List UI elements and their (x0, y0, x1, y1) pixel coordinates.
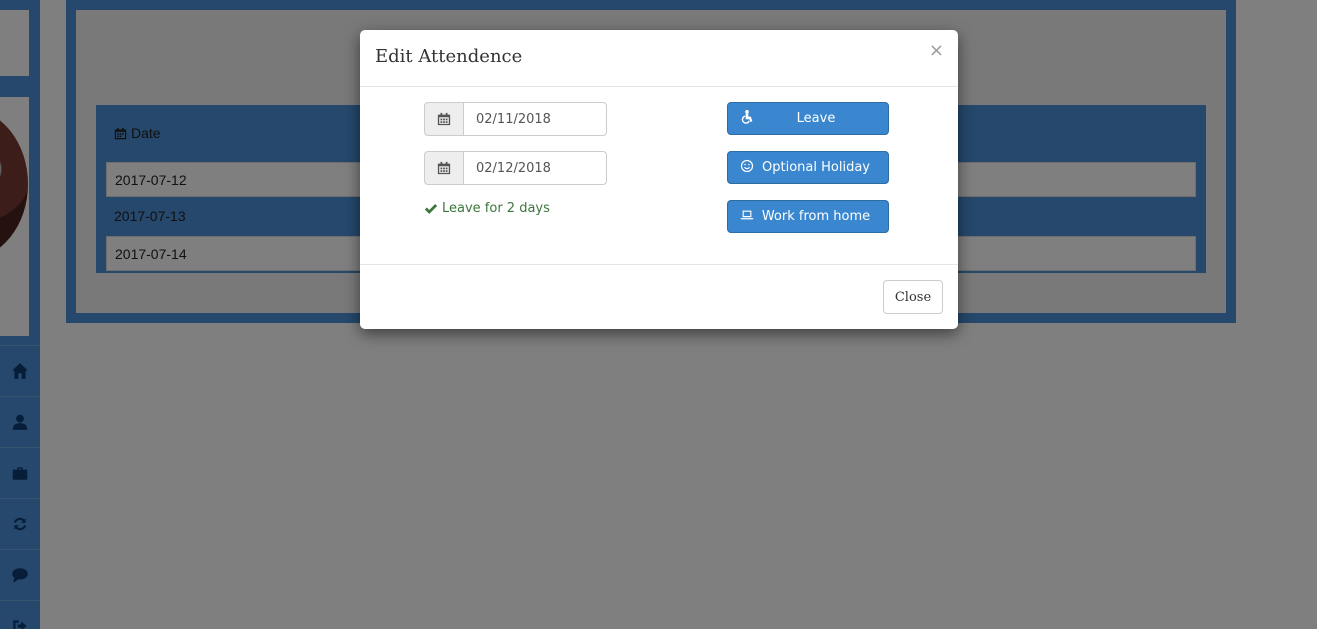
close-button[interactable]: Close (883, 280, 943, 314)
leave-button[interactable]: Leave (727, 102, 889, 135)
end-date-addon[interactable] (424, 151, 463, 185)
leave-duration-text: Leave for 2 days (442, 201, 550, 216)
calendar-icon (437, 161, 451, 175)
end-date-group (424, 151, 607, 185)
end-date-input[interactable] (463, 151, 607, 185)
optional-holiday-button-label: Optional Holiday (762, 160, 870, 175)
check-icon (424, 203, 438, 214)
modal-footer: Close (360, 264, 958, 329)
close-icon[interactable]: × (929, 42, 944, 60)
start-date-addon[interactable] (424, 102, 463, 136)
start-date-input[interactable] (463, 102, 607, 136)
modal-header: Edit Attendence × (360, 30, 958, 87)
start-date-group (424, 102, 607, 136)
leave-duration-message: Leave for 2 days (424, 201, 550, 216)
work-from-home-button-label: Work from home (761, 209, 871, 224)
calendar-icon (437, 112, 451, 126)
optional-holiday-button[interactable]: Optional Holiday (727, 151, 889, 184)
edit-attendance-modal: Edit Attendence × Leave for 2 days Leave… (360, 30, 958, 329)
leave-button-label: Leave (796, 111, 836, 126)
work-from-home-button[interactable]: Work from home (727, 200, 889, 233)
modal-title: Edit Attendence (375, 46, 523, 67)
